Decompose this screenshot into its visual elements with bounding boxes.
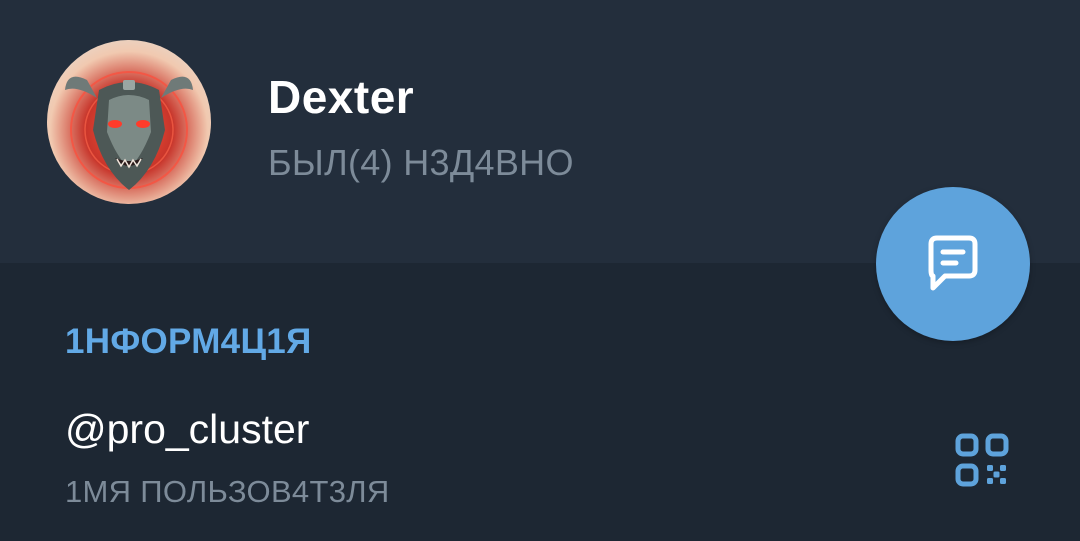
qr-code-icon bbox=[955, 433, 1009, 487]
username-value: @pro_cluster bbox=[65, 406, 310, 452]
send-message-button[interactable] bbox=[876, 187, 1030, 341]
qr-code-button[interactable] bbox=[950, 428, 1014, 492]
username-caption: 1МЯ ПОЛЬЗОВ4Т3ЛЯ bbox=[65, 474, 390, 509]
message-icon bbox=[928, 235, 978, 291]
info-section-title: 1НФОРМ4Ц1Я bbox=[65, 322, 312, 361]
profile-name: Dexter bbox=[268, 71, 415, 123]
username-row[interactable]: @pro_cluster 1МЯ ПОЛЬЗОВ4Т3ЛЯ bbox=[0, 390, 1080, 530]
last-seen-status: БЫЛ(4) Н3Д4ВНО bbox=[268, 142, 574, 183]
avatar[interactable] bbox=[47, 40, 211, 204]
bull-avatar-icon bbox=[47, 40, 211, 204]
